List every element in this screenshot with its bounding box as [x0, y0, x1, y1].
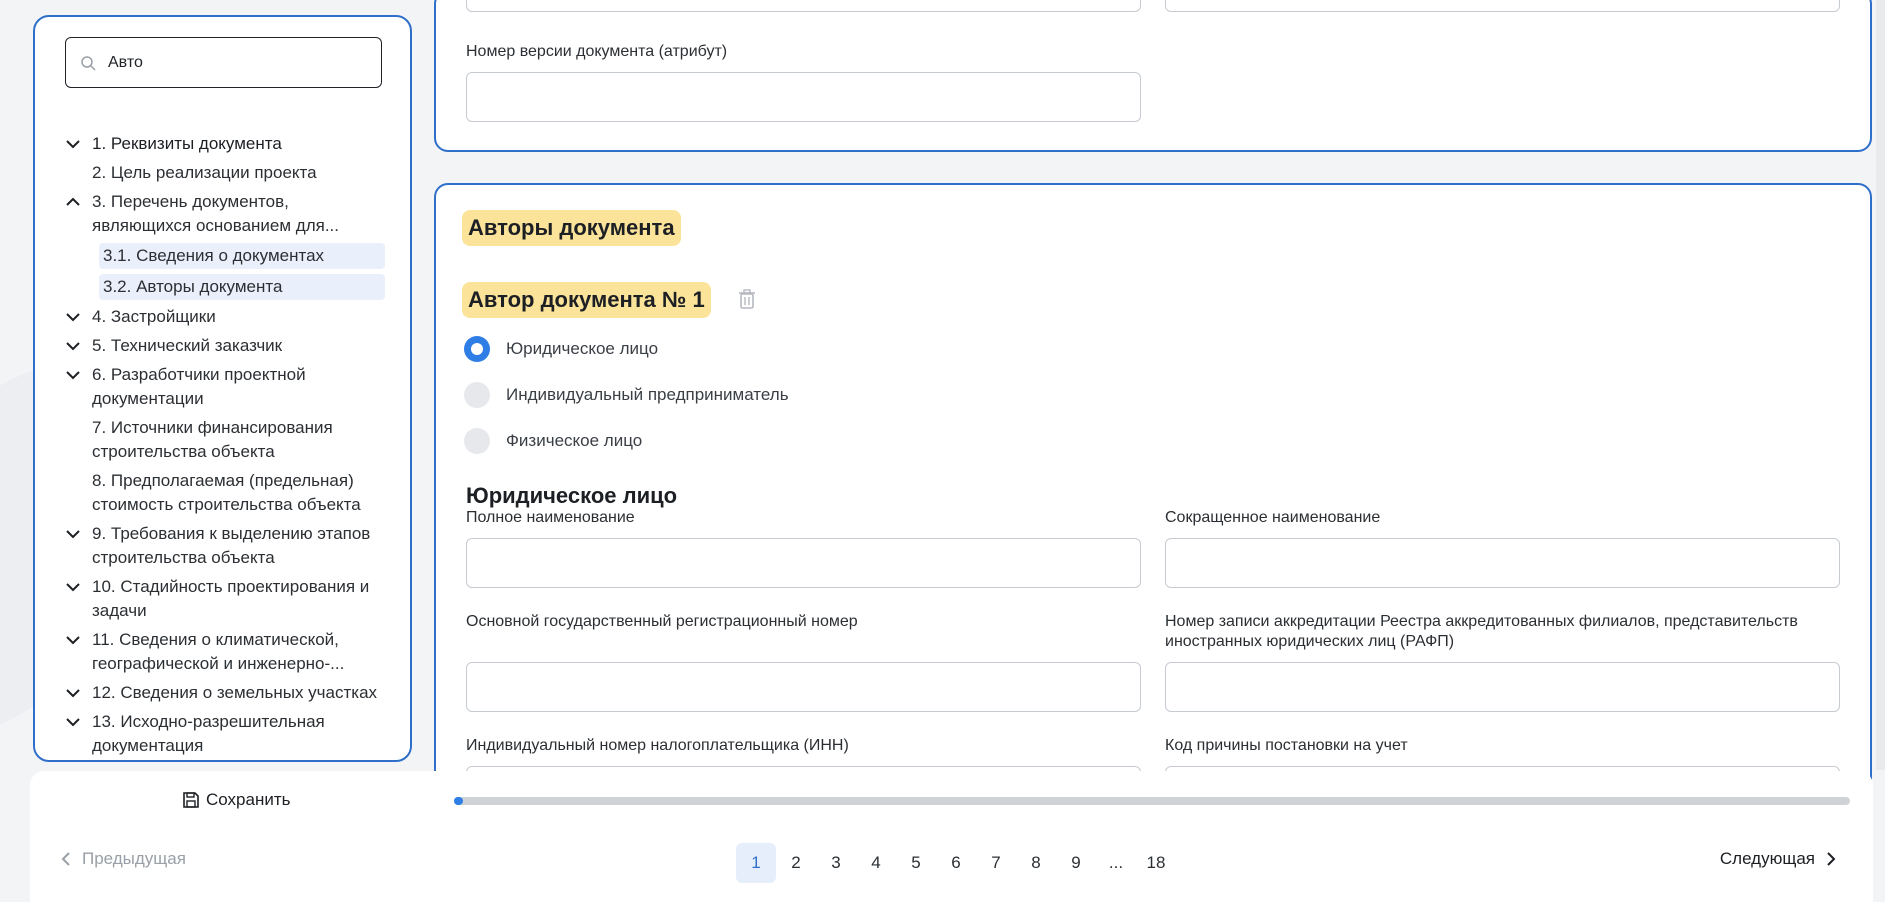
entity-heading: Юридическое лицо [466, 483, 678, 508]
sidebar-subitem-3-2[interactable]: 3.2. Авторы документа [99, 274, 385, 300]
save-button[interactable]: Сохранить [182, 790, 290, 810]
next-label: Следующая [1719, 849, 1815, 868]
page-1[interactable]: 1 [736, 843, 776, 883]
chevron-down-icon[interactable] [65, 309, 81, 325]
sidebar-item-label: 3. Перечень документов, являющихся основ… [92, 192, 339, 235]
sidebar-item-13[interactable]: 13. Исходно-разрешительная документация [65, 710, 385, 758]
chevron-down-icon[interactable] [65, 632, 81, 648]
radio-legal-entity[interactable]: Юридическое лицо [464, 336, 658, 362]
short-name-input[interactable] [1165, 538, 1840, 588]
chevron-down-icon[interactable] [65, 526, 81, 542]
chevron-down-icon[interactable] [65, 714, 81, 730]
document-details-panel: Номер версии документа (атрибут) [434, 0, 1872, 152]
sidebar-item-9[interactable]: 9. Требования к выделению этапов строите… [65, 522, 385, 570]
full-name-input[interactable] [466, 538, 1141, 588]
inn-label: Индивидуальный номер налогоплательщика (… [466, 737, 849, 754]
chevron-down-icon[interactable] [65, 579, 81, 595]
page-6[interactable]: 6 [936, 843, 976, 883]
sidebar-item-label: 11. Сведения о климатической, географиче… [92, 630, 345, 673]
author-title: Автор документа № 1 [462, 282, 711, 318]
rafp-label: Номер записи аккредитации Реестра аккред… [1165, 613, 1798, 650]
version-label: Номер версии документа (атрибут) [466, 43, 728, 60]
section-title: Авторы документа [462, 210, 681, 246]
radio-individual-entrepreneur[interactable]: Индивидуальный предприниматель [464, 382, 789, 408]
radio-label: Физическое лицо [506, 431, 643, 450]
previous-field-input[interactable] [466, 0, 1141, 12]
sidebar: Авто 1. Реквизиты документа 2. Цель реал… [33, 15, 412, 762]
sidebar-item-10[interactable]: 10. Стадийность проектирования и задачи [65, 575, 385, 623]
search-icon [81, 55, 96, 71]
radio-label: Юридическое лицо [506, 339, 659, 358]
ogrn-input[interactable] [466, 662, 1141, 712]
sidebar-item-label: 8. Предполагаемая (предельная) стоимость… [92, 471, 361, 514]
page-ellipsis: ... [1108, 853, 1124, 872]
table-of-contents: 1. Реквизиты документа 2. Цель реализаци… [65, 132, 385, 760]
page-8[interactable]: 8 [1016, 843, 1056, 883]
page-4[interactable]: 4 [856, 843, 896, 883]
radio-button[interactable] [464, 382, 490, 408]
page-2[interactable]: 2 [776, 843, 816, 883]
sidebar-item-label: 12. Сведения о земельных участках [92, 683, 378, 702]
sidebar-item-label: 4. Застройщики [92, 307, 216, 326]
sidebar-item-8[interactable]: 8. Предполагаемая (предельная) стоимость… [65, 469, 385, 517]
sidebar-item-label: 13. Исходно-разрешительная документация [92, 712, 325, 755]
full-name-label: Полное наименование [466, 509, 635, 526]
short-name-label: Сокращенное наименование [1165, 509, 1381, 526]
sidebar-item-11[interactable]: 11. Сведения о климатической, географиче… [65, 628, 385, 676]
rafp-input[interactable] [1165, 662, 1840, 712]
sidebar-subitem-label: 3.2. Авторы документа [103, 277, 283, 296]
kpp-label: Код причины постановки на учет [1165, 737, 1408, 754]
radio-button[interactable] [464, 428, 490, 454]
chevron-left-icon [61, 852, 70, 866]
search-input[interactable]: Авто [65, 37, 382, 88]
sidebar-item-5[interactable]: 5. Технический заказчик [65, 334, 385, 358]
pagination: 1 2 3 4 5 6 7 8 9 ... 18 [736, 843, 1176, 883]
sidebar-item-label: 9. Требования к выделению этапов строите… [92, 524, 371, 567]
page-3[interactable]: 3 [816, 843, 856, 883]
save-label: Сохранить [206, 790, 291, 809]
sidebar-item-3[interactable]: 3. Перечень документов, являющихся основ… [65, 190, 385, 238]
chevron-down-icon[interactable] [65, 685, 81, 701]
form-footer: Сохранить Предыдущая 1 2 3 4 5 6 7 8 9 .… [30, 771, 1873, 902]
sidebar-item-2[interactable]: 2. Цель реализации проекта [65, 161, 385, 185]
page-7[interactable]: 7 [976, 843, 1016, 883]
chevron-right-icon [1827, 852, 1836, 866]
sidebar-item-6[interactable]: 6. Разработчики проектной документации [65, 363, 385, 411]
next-button[interactable]: Следующая [1720, 849, 1839, 869]
chevron-down-icon[interactable] [65, 136, 81, 152]
sidebar-item-label: 1. Реквизиты документа [92, 134, 282, 153]
chevron-down-icon[interactable] [65, 367, 81, 383]
save-icon [183, 792, 199, 808]
sidebar-item-7[interactable]: 7. Источники финансирования строительств… [65, 416, 385, 464]
radio-button[interactable] [464, 336, 490, 362]
sidebar-item-12[interactable]: 12. Сведения о земельных участках [65, 681, 385, 705]
sidebar-item-label: 7. Источники финансирования строительств… [92, 418, 333, 461]
sidebar-item-1[interactable]: 1. Реквизиты документа [65, 132, 385, 156]
progress-bar [454, 797, 1850, 805]
page-5[interactable]: 5 [896, 843, 936, 883]
sidebar-item-label: 2. Цель реализации проекта [92, 163, 317, 182]
sidebar-item-label: 10. Стадийность проектирования и задачи [92, 577, 370, 620]
chevron-up-icon[interactable] [65, 194, 81, 210]
previous-field-input-2[interactable] [1165, 0, 1840, 12]
progress-fill [454, 797, 463, 805]
chevron-down-icon[interactable] [65, 338, 81, 354]
page-18[interactable]: 18 [1136, 843, 1176, 883]
previous-button[interactable]: Предыдущая [58, 849, 186, 869]
ogrn-label: Основной государственный регистрационный… [466, 613, 858, 630]
trash-icon[interactable] [737, 288, 757, 310]
sidebar-item-label: 6. Разработчики проектной документации [92, 365, 306, 408]
search-value[interactable]: Авто [108, 54, 143, 72]
sidebar-item-label: 5. Технический заказчик [92, 336, 283, 355]
radio-label: Индивидуальный предприниматель [506, 385, 789, 404]
version-input[interactable] [466, 72, 1141, 122]
scrollbar[interactable] [1876, 0, 1885, 770]
sidebar-subitem-label: 3.1. Сведения о документах [103, 246, 325, 265]
page-9[interactable]: 9 [1056, 843, 1096, 883]
sidebar-subitem-3-1[interactable]: 3.1. Сведения о документах [99, 243, 385, 269]
radio-individual[interactable]: Физическое лицо [464, 428, 642, 454]
previous-label: Предыдущая [82, 849, 186, 868]
sidebar-item-4[interactable]: 4. Застройщики [65, 305, 385, 329]
